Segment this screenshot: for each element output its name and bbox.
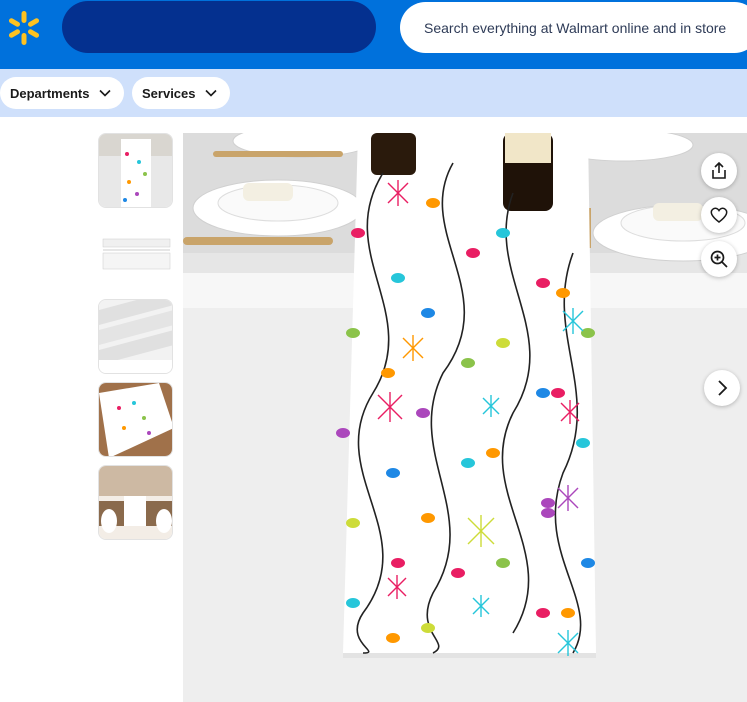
share-button[interactable] xyxy=(701,153,737,189)
services-label: Services xyxy=(142,85,196,101)
departments-button[interactable]: Departments xyxy=(0,77,124,109)
services-button[interactable]: Services xyxy=(132,77,230,109)
location-pill[interactable] xyxy=(62,1,376,53)
thumbnail-runner-angled[interactable] xyxy=(98,382,173,457)
chevron-right-icon xyxy=(718,380,728,396)
chevron-down-icon xyxy=(99,89,111,97)
favorite-button[interactable] xyxy=(701,197,737,233)
thumbnail-runner-table[interactable] xyxy=(98,133,173,208)
next-image-button[interactable] xyxy=(704,370,740,406)
search-input[interactable] xyxy=(424,19,747,36)
sub-navigation: Departments Services xyxy=(0,69,747,117)
walmart-spark-icon[interactable] xyxy=(6,10,42,46)
heart-icon xyxy=(710,207,728,223)
zoom-in-icon xyxy=(710,250,728,268)
thumbnail-size-chart[interactable] xyxy=(98,216,173,291)
top-header xyxy=(0,0,747,69)
main-product-image[interactable] xyxy=(183,133,747,702)
chevron-down-icon xyxy=(205,89,217,97)
share-icon xyxy=(712,161,726,179)
zoom-button[interactable] xyxy=(701,241,737,277)
departments-label: Departments xyxy=(10,85,90,101)
thumbnail-dining-room[interactable] xyxy=(98,465,173,540)
search-bar[interactable] xyxy=(400,2,747,53)
thumbnail-fabric-detail[interactable] xyxy=(98,299,173,374)
